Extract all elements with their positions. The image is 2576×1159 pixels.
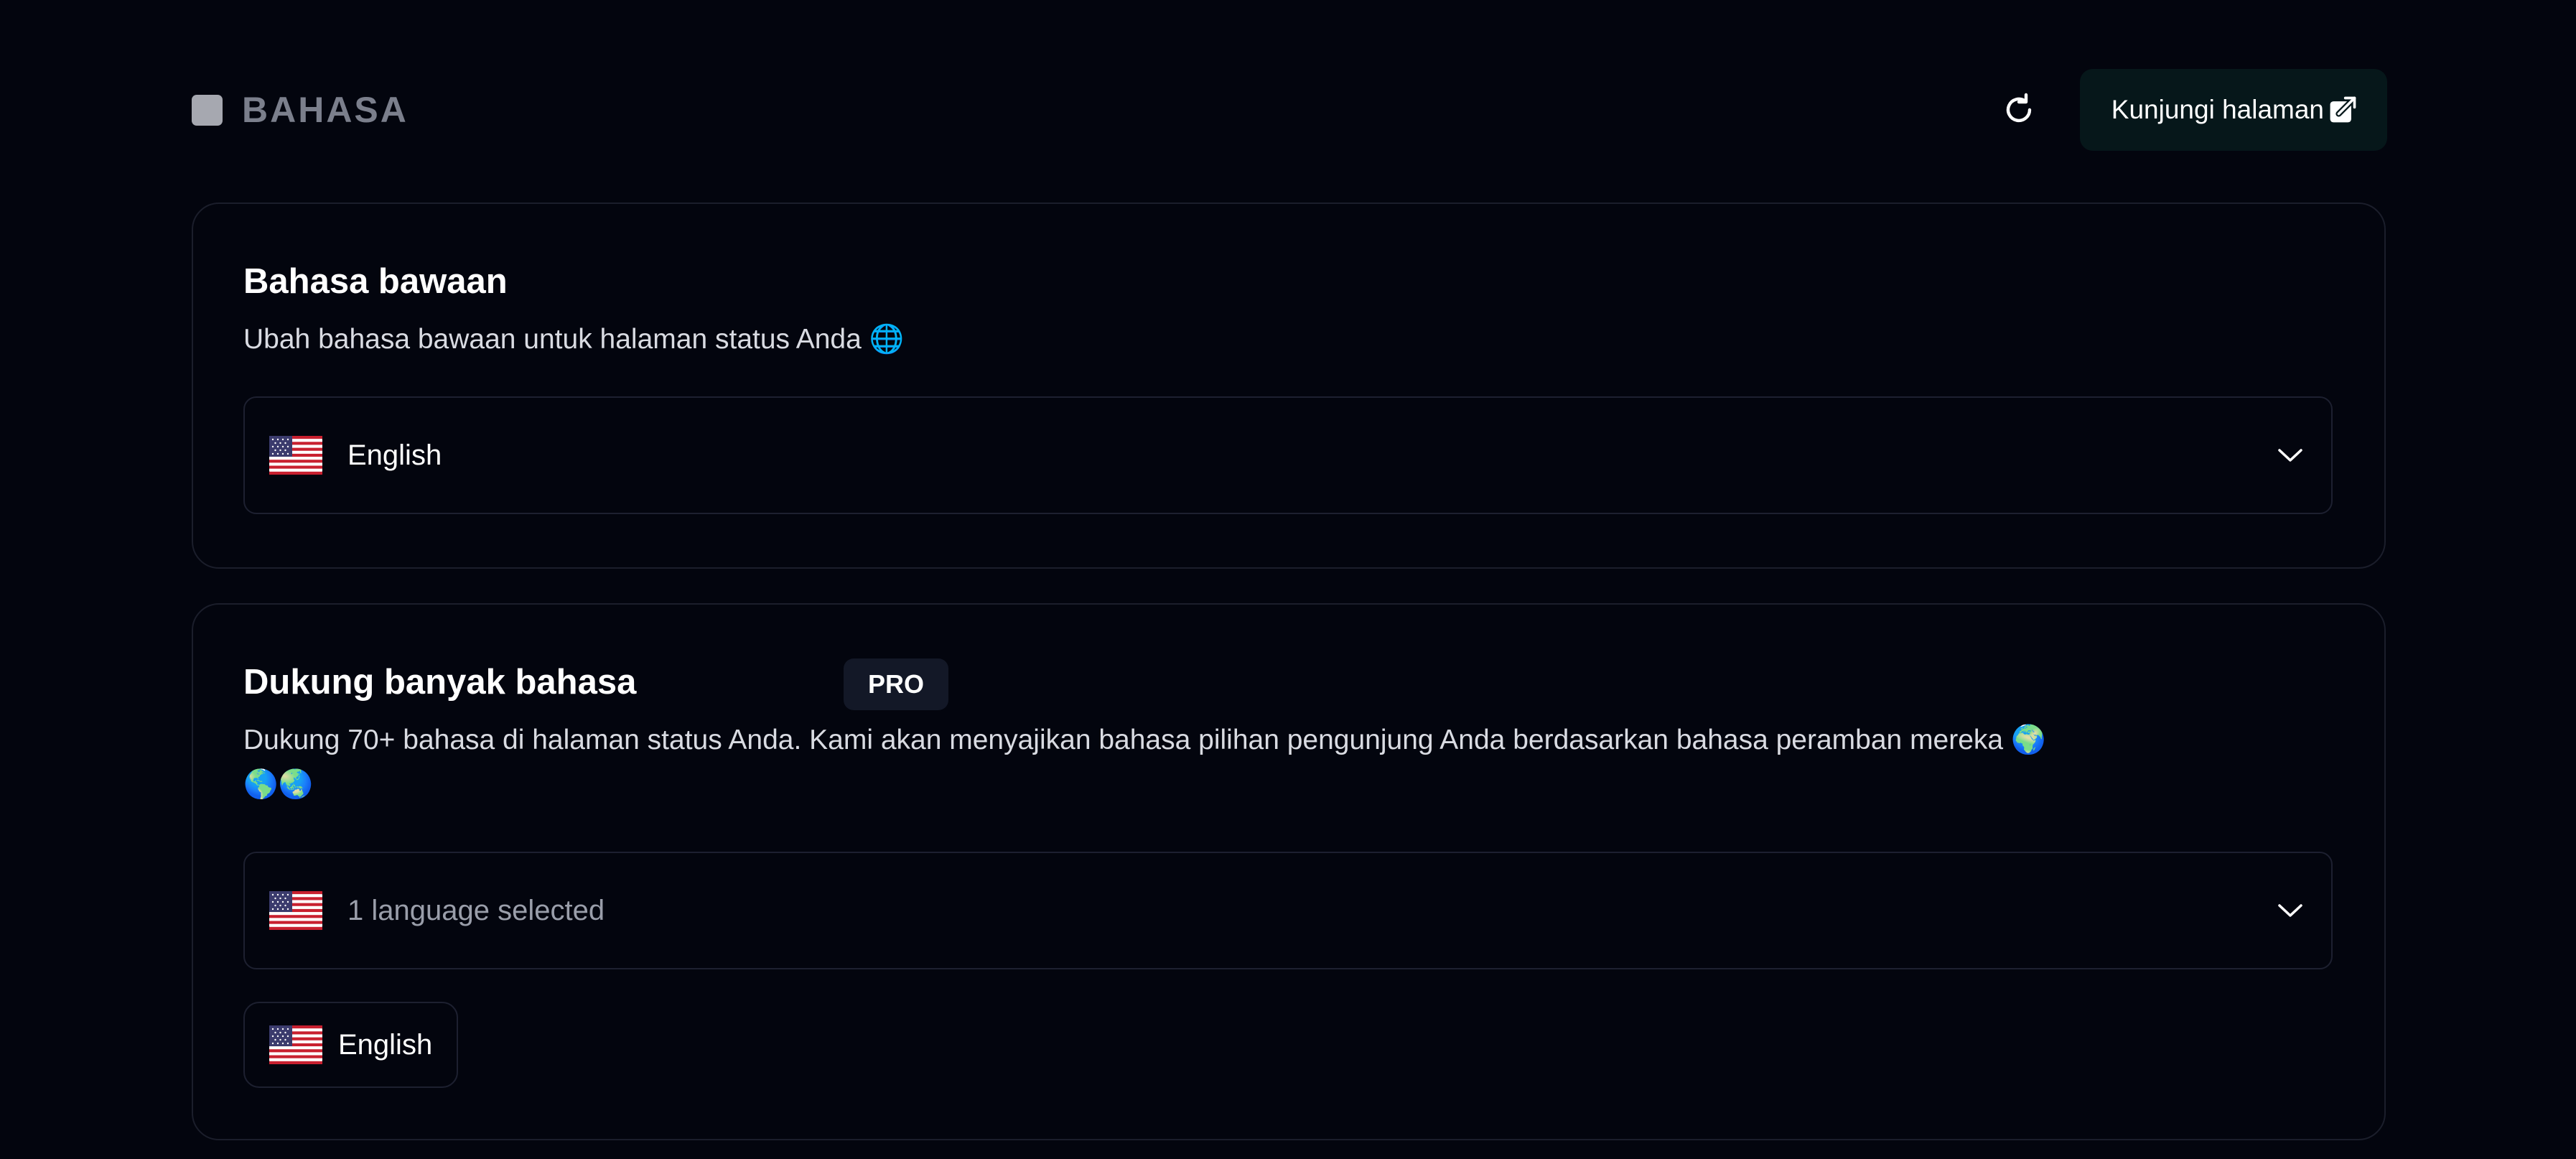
default-language-select[interactable]: English: [243, 396, 2333, 514]
us-flag-icon: [269, 891, 322, 930]
card-title: Bahasa bawaan: [243, 262, 508, 301]
description-line: Dukung 70+ bahasa di halaman status Anda…: [243, 725, 2046, 755]
selected-language: English: [347, 439, 442, 471]
section-heading: BAHASA: [192, 89, 409, 131]
visit-page-label: Kunjungi halaman: [2111, 95, 2324, 124]
languages-multiselect[interactable]: 1 language selected: [243, 852, 2333, 969]
refresh-button[interactable]: [1994, 84, 2045, 136]
us-flag-icon: [269, 436, 322, 475]
card-description: Ubah bahasa bawaan untuk halaman status …: [243, 324, 905, 355]
refresh-icon: [2006, 93, 2031, 123]
default-language-card: Bahasa bawaan Ubah bahasa bawaan untuk h…: [192, 203, 2386, 569]
visit-page-button[interactable]: Kunjungi halaman: [2079, 69, 2387, 151]
external-link-icon: [2330, 95, 2358, 123]
selected-count: 1 language selected: [347, 894, 605, 926]
chevron-down-icon: [2278, 449, 2302, 462]
language-chip-english[interactable]: English: [243, 1002, 459, 1088]
pro-badge: PRO: [844, 658, 948, 710]
description-emoji-line: 🌎🌏: [243, 769, 314, 800]
language-chip-label: English: [338, 1028, 433, 1061]
section-title: BAHASA: [242, 90, 409, 130]
header-actions: Kunjungi halaman: [1994, 69, 2387, 151]
multi-language-card: Dukung banyak bahasa PRO Dukung 70+ baha…: [192, 603, 2386, 1140]
page-header: BAHASA Kunjungi halaman: [192, 69, 2387, 151]
chevron-down-icon: [2278, 904, 2302, 917]
card-description: Dukung 70+ bahasa di halaman status Anda…: [243, 718, 2046, 807]
card-title: Dukung banyak bahasa: [243, 663, 637, 702]
section-square-icon: [192, 94, 223, 126]
us-flag-icon: [269, 1025, 322, 1064]
